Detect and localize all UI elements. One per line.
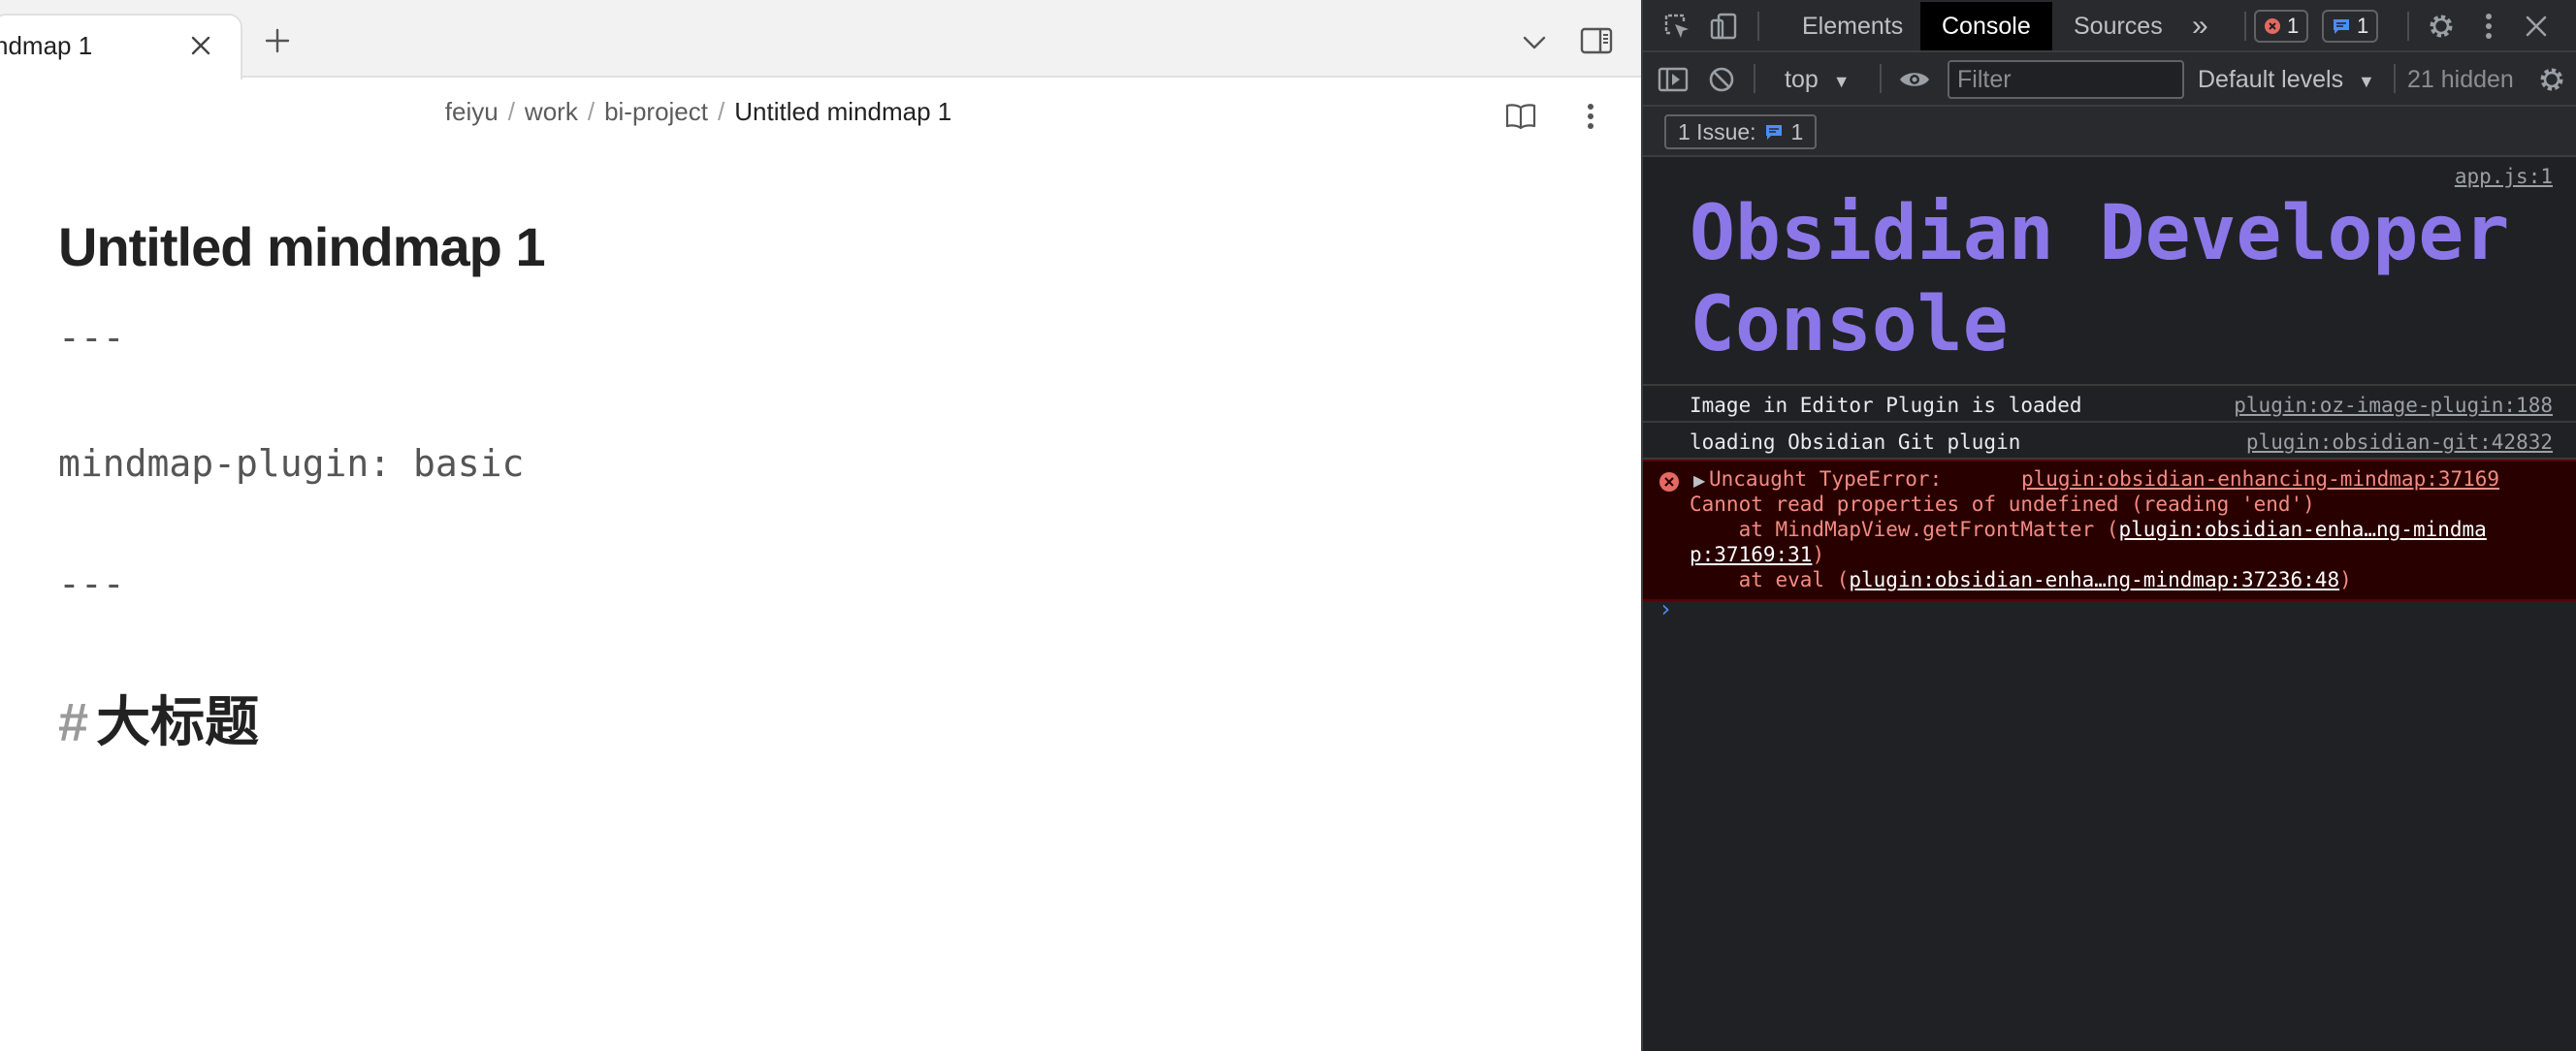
- stack-frame-suffix: ): [2339, 568, 2352, 591]
- issues-button[interactable]: 1 Issue: 1: [1664, 114, 1818, 149]
- stack-frame-link[interactable]: plugin:obsidian-enha…ng-mindma: [2119, 518, 2487, 541]
- console-banner-message: app.js:1 Obsidian Developer Console: [1643, 157, 2576, 386]
- error-source-link[interactable]: plugin:obsidian-enhancing-mindmap:37169: [2021, 467, 2499, 491]
- right-sidebar-toggle-icon[interactable]: [1577, 23, 1616, 58]
- settings-gear-icon[interactable]: [2425, 10, 2458, 43]
- close-devtools-icon[interactable]: [2520, 10, 2553, 43]
- device-toolbar-icon[interactable]: [1707, 10, 1740, 43]
- expand-triangle-icon[interactable]: ▶: [1693, 471, 1705, 491]
- devtools-tab-bar: Elements Console Sources » 1 1: [1643, 0, 2576, 52]
- message-text: loading Obsidian Git plugin: [1690, 430, 2021, 454]
- context-selector-value: top: [1785, 66, 1819, 93]
- toolbar-divider: [1754, 64, 1755, 93]
- console-sidebar-icon[interactable]: [1657, 64, 1690, 95]
- issues-bar: 1 Issue: 1: [1643, 107, 2576, 157]
- tab-title: ndmap 1: [0, 31, 93, 60]
- hidden-messages-count: 21 hidden: [2407, 66, 2514, 93]
- live-expression-eye-icon[interactable]: [1897, 64, 1932, 95]
- devtools-panel: Elements Console Sources » 1 1 top ▼ Fil…: [1641, 0, 2576, 1051]
- stack-frame-prefix: at eval (: [1690, 568, 1850, 591]
- new-tab-plus-icon[interactable]: [260, 23, 295, 58]
- breadcrumb-separator: /: [507, 97, 515, 126]
- frontmatter-line[interactable]: mindmap-plugin: basic: [58, 442, 524, 485]
- log-levels-value: Default levels: [2198, 66, 2344, 93]
- toolbar-divider: [1757, 12, 1759, 41]
- breadcrumb: feiyu / work / bi-project / Untitled mindmap 1: [0, 97, 1397, 136]
- stack-frame-link[interactable]: plugin:obsidian-enha…ng-mindmap:37236:48: [1849, 568, 2339, 591]
- document-title[interactable]: Untitled mindmap 1: [58, 215, 546, 278]
- dropdown-arrow-icon: ▼: [2358, 72, 2375, 91]
- context-selector[interactable]: top ▼: [1785, 66, 1851, 94]
- breadcrumb-item-work[interactable]: work: [525, 97, 578, 126]
- message-count: 1: [2357, 14, 2369, 38]
- toolbar-divider: [1880, 64, 1882, 93]
- error-icon: [1659, 472, 1679, 492]
- close-icon[interactable]: [184, 29, 217, 62]
- customize-menu-icon[interactable]: [2477, 10, 2500, 43]
- error-count: 1: [2287, 14, 2300, 38]
- toolbar-divider: [2244, 12, 2246, 41]
- clear-console-icon[interactable]: [1705, 64, 1738, 95]
- console-filter-input[interactable]: [1948, 60, 2184, 99]
- heading-hash: #: [58, 691, 89, 752]
- stack-frame-2: at eval (plugin:obsidian-enha…ng-mindmap…: [1690, 568, 2352, 591]
- more-tabs-button[interactable]: »: [2184, 2, 2216, 50]
- breadcrumb-current-file[interactable]: Untitled mindmap 1: [734, 97, 951, 126]
- tab-untitled-mindmap[interactable]: ndmap 1: [0, 14, 242, 80]
- breadcrumb-item-bi-project[interactable]: bi-project: [604, 97, 708, 126]
- dropdown-arrow-icon: ▼: [1832, 72, 1851, 91]
- banner-text: Obsidian Developer Console: [1690, 190, 2510, 368]
- toolbar-divider: [2407, 12, 2409, 41]
- inspect-element-icon[interactable]: [1660, 10, 1693, 43]
- error-icon: [2265, 18, 2280, 34]
- issues-count: 1: [1790, 118, 1804, 144]
- issue-message-icon: [1765, 125, 1782, 140]
- tab-sources[interactable]: Sources: [2052, 2, 2184, 50]
- message-icon: [2334, 19, 2349, 34]
- breadcrumb-separator: /: [718, 97, 725, 126]
- book-open-icon[interactable]: [1501, 97, 1540, 136]
- message-source-link[interactable]: plugin:obsidian-git:42832: [2246, 430, 2553, 454]
- stack-frame-suffix: ): [1812, 543, 1825, 566]
- error-message: Cannot read properties of undefined (rea…: [1690, 493, 2315, 516]
- console-message: loading Obsidian Git plugin plugin:obsid…: [1643, 423, 2576, 460]
- console-error-message: ▶ Uncaught TypeError: plugin:obsidian-en…: [1643, 460, 2576, 601]
- log-levels-dropdown[interactable]: Default levels ▼: [2198, 66, 2375, 94]
- tab-bar: ndmap 1: [0, 0, 1641, 80]
- tab-elements[interactable]: Elements: [1781, 2, 1924, 50]
- console-message: Image in Editor Plugin is loaded plugin:…: [1643, 386, 2576, 423]
- stack-frame-link[interactable]: p:37169:31: [1690, 543, 1812, 566]
- breadcrumb-item-feiyu[interactable]: feiyu: [445, 97, 499, 126]
- breadcrumb-separator: /: [587, 97, 596, 126]
- tab-console[interactable]: Console: [1920, 2, 2052, 50]
- banner-source-link[interactable]: app.js:1: [2455, 165, 2553, 188]
- console-settings-gear-icon[interactable]: [2535, 64, 2568, 95]
- more-options-icon[interactable]: [1571, 97, 1610, 136]
- stack-frame-prefix: at MindMapView.getFrontMatter (: [1690, 518, 2119, 541]
- issues-label: 1 Issue:: [1678, 118, 1756, 144]
- console-toolbar: top ▼ Default levels ▼ 21 hidden: [1643, 52, 2576, 107]
- error-count-badge[interactable]: 1: [2254, 10, 2309, 43]
- message-count-badge[interactable]: 1: [2322, 10, 2379, 43]
- obsidian-editor-pane: ndmap 1 feiyu / work / bi-project / Untitled m…: [0, 0, 1641, 1051]
- frontmatter-close[interactable]: ---: [58, 562, 125, 605]
- error-title: Uncaught TypeError:: [1709, 467, 1943, 491]
- heading-text: 大标题: [96, 691, 260, 752]
- toolbar-divider: [2394, 64, 2396, 93]
- console-output: app.js:1 Obsidian Developer Console Imag…: [1643, 157, 2576, 1051]
- stack-frame-1: at MindMapView.getFrontMatter (plugin:ob…: [1690, 518, 2487, 541]
- message-text: Image in Editor Plugin is loaded: [1690, 394, 2082, 417]
- console-prompt[interactable]: ›: [1658, 595, 1672, 622]
- message-source-link[interactable]: plugin:oz-image-plugin:188: [2234, 394, 2553, 417]
- stack-frame-1-wrap: p:37169:31): [1690, 543, 1824, 566]
- frontmatter-open[interactable]: ---: [58, 316, 125, 359]
- heading-1[interactable]: # 大标题: [58, 679, 259, 757]
- chevron-down-icon[interactable]: [1517, 25, 1552, 60]
